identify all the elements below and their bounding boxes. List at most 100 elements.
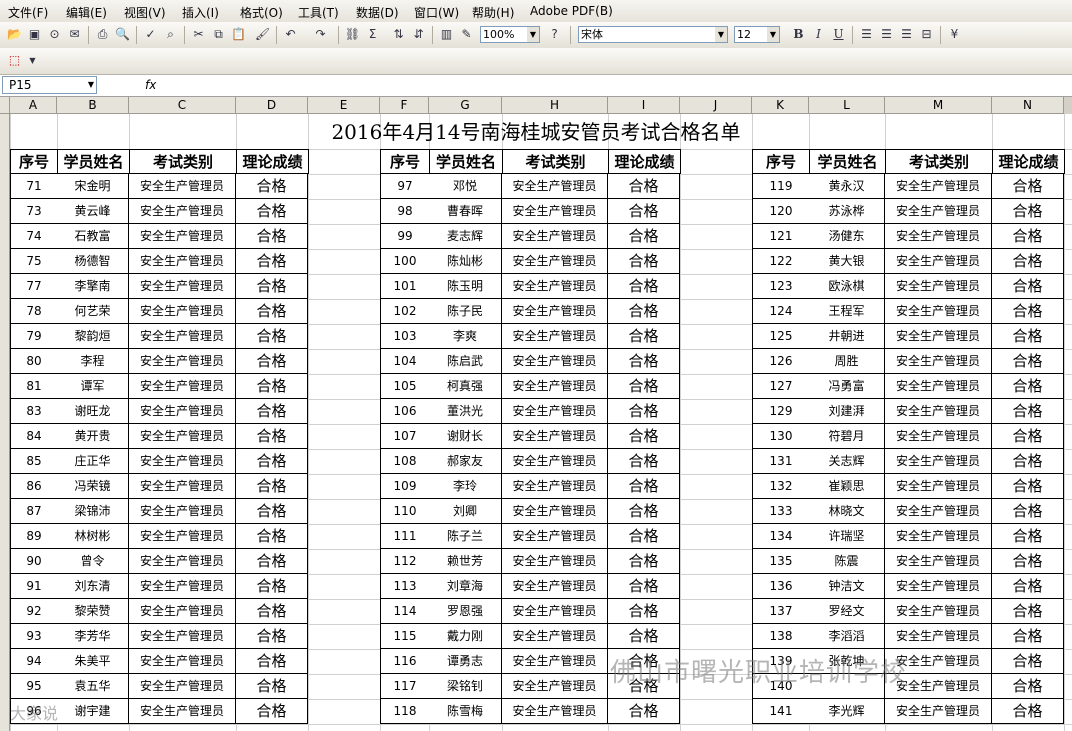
table-cell[interactable]: 99 [380,224,430,249]
table-cell[interactable]: 刘章海 [429,574,502,599]
table-cell[interactable]: 钟洁文 [809,574,885,599]
table-cell[interactable]: 116 [380,649,430,674]
table-cell[interactable]: 谢财长 [429,424,502,449]
sort-descending-icon[interactable]: ⇵ [410,26,427,43]
menu-item-3[interactable]: 插入(I) [182,4,219,21]
table-cell[interactable]: 合格 [236,349,308,374]
table-cell[interactable]: 梁锦沛 [57,499,129,524]
table-cell[interactable]: 林树彬 [57,524,129,549]
table-cell[interactable]: 林晓文 [809,499,885,524]
table-cell[interactable]: 刘建湃 [809,399,885,424]
table-cell[interactable]: 合格 [236,299,308,324]
table-cell[interactable]: 安全生产管理员 [129,574,236,599]
table-cell[interactable]: 合格 [236,499,308,524]
table-cell[interactable]: 安全生产管理员 [502,224,608,249]
align-center-icon[interactable]: ☰ [878,26,895,43]
table-cell[interactable]: 安全生产管理员 [885,549,992,574]
table-cell[interactable]: 78 [10,299,58,324]
table-cell[interactable]: 98 [380,199,430,224]
table-cell[interactable]: 安全生产管理员 [885,574,992,599]
table-cell[interactable]: 95 [10,674,58,699]
table-cell[interactable]: 安全生产管理员 [885,199,992,224]
table-cell[interactable]: 安全生产管理员 [885,249,992,274]
table-cell[interactable]: 陈玉明 [429,274,502,299]
table-cell[interactable]: 140 [752,674,810,699]
table-cell[interactable]: 安全生产管理员 [885,649,992,674]
table-cell[interactable]: 84 [10,424,58,449]
table-cell[interactable]: 曾令 [57,549,129,574]
table-cell[interactable]: 黎荣赞 [57,599,129,624]
table-cell[interactable]: 118 [380,699,430,724]
menu-item-6[interactable]: 数据(D) [356,4,399,21]
table-cell[interactable]: 安全生产管理员 [885,624,992,649]
table-cell[interactable]: 97 [380,174,430,199]
italic-button[interactable]: I [810,26,827,43]
table-cell[interactable]: 安全生产管理员 [502,549,608,574]
table-cell[interactable]: 合格 [992,199,1064,224]
table-cell[interactable]: 张乾坤 [809,649,885,674]
font-name-select[interactable]: 宋体 ▼ [578,26,728,43]
table-cell[interactable]: 安全生产管理员 [885,324,992,349]
table-cell[interactable]: 安全生产管理员 [885,599,992,624]
menu-item-2[interactable]: 视图(V) [124,4,166,21]
table-cell[interactable]: 安全生产管理员 [129,699,236,724]
table-cell[interactable]: 合格 [608,674,680,699]
menu-item-8[interactable]: 帮助(H) [472,4,514,21]
table-cell[interactable]: 合格 [608,524,680,549]
zoom-select[interactable]: 100% ▼ [480,26,540,43]
table-cell[interactable]: 81 [10,374,58,399]
table-cell[interactable]: 合格 [608,224,680,249]
table-cell[interactable]: 安全生产管理员 [885,524,992,549]
table-cell[interactable]: 何艺荣 [57,299,129,324]
table-cell[interactable]: 石教富 [57,224,129,249]
column-header[interactable]: H [502,97,608,114]
help-icon[interactable]: ? [546,26,563,43]
column-title-middle[interactable]: 学员姓名 [429,149,503,174]
table-cell[interactable]: 130 [752,424,810,449]
column-title-middle[interactable]: 理论成绩 [608,149,681,174]
table-cell[interactable]: 刘卿 [429,499,502,524]
table-cell[interactable]: 合格 [608,424,680,449]
table-cell[interactable]: 合格 [992,174,1064,199]
table-cell[interactable]: 合格 [608,449,680,474]
table-cell[interactable]: 安全生产管理员 [502,574,608,599]
table-cell[interactable]: 合格 [608,624,680,649]
table-cell[interactable]: 安全生产管理员 [129,649,236,674]
table-cell[interactable]: 李程 [57,349,129,374]
table-cell[interactable]: 安全生产管理员 [129,274,236,299]
table-cell[interactable]: 袁五华 [57,674,129,699]
table-cell[interactable]: 安全生产管理员 [129,349,236,374]
table-cell[interactable]: 合格 [608,399,680,424]
table-cell[interactable]: 106 [380,399,430,424]
table-cell[interactable]: 合格 [236,249,308,274]
table-cell[interactable]: 谢宇建 [57,699,129,724]
column-header[interactable]: D [236,97,308,114]
table-cell[interactable]: 安全生产管理员 [502,524,608,549]
table-cell[interactable]: 欧泳棋 [809,274,885,299]
print-preview-icon[interactable]: 🔍 [114,26,131,43]
column-title-middle[interactable]: 序号 [380,149,430,174]
column-title-left[interactable]: 学员姓名 [57,149,130,174]
table-cell[interactable]: 关志辉 [809,449,885,474]
column-header[interactable]: E [308,97,380,114]
table-cell[interactable]: 合格 [608,349,680,374]
table-cell[interactable]: 陈震 [809,549,885,574]
bold-button[interactable]: B [790,26,807,43]
table-cell[interactable]: 安全生产管理员 [885,674,992,699]
table-cell[interactable]: 安全生产管理员 [885,399,992,424]
table-cell[interactable]: 127 [752,374,810,399]
table-cell[interactable]: 合格 [992,424,1064,449]
table-cell[interactable]: 96 [10,699,58,724]
merge-center-icon[interactable]: ⊟ [918,26,935,43]
column-header[interactable]: F [380,97,429,114]
table-cell[interactable]: 129 [752,399,810,424]
table-cell[interactable]: 合格 [992,674,1064,699]
table-cell[interactable]: 104 [380,349,430,374]
table-cell[interactable]: 朱美平 [57,649,129,674]
table-cell[interactable]: 安全生产管理员 [129,549,236,574]
table-cell[interactable]: 合格 [236,449,308,474]
table-cell[interactable]: 合格 [608,274,680,299]
table-cell[interactable]: 合格 [236,399,308,424]
column-header[interactable]: I [608,97,680,114]
table-cell[interactable]: 136 [752,574,810,599]
